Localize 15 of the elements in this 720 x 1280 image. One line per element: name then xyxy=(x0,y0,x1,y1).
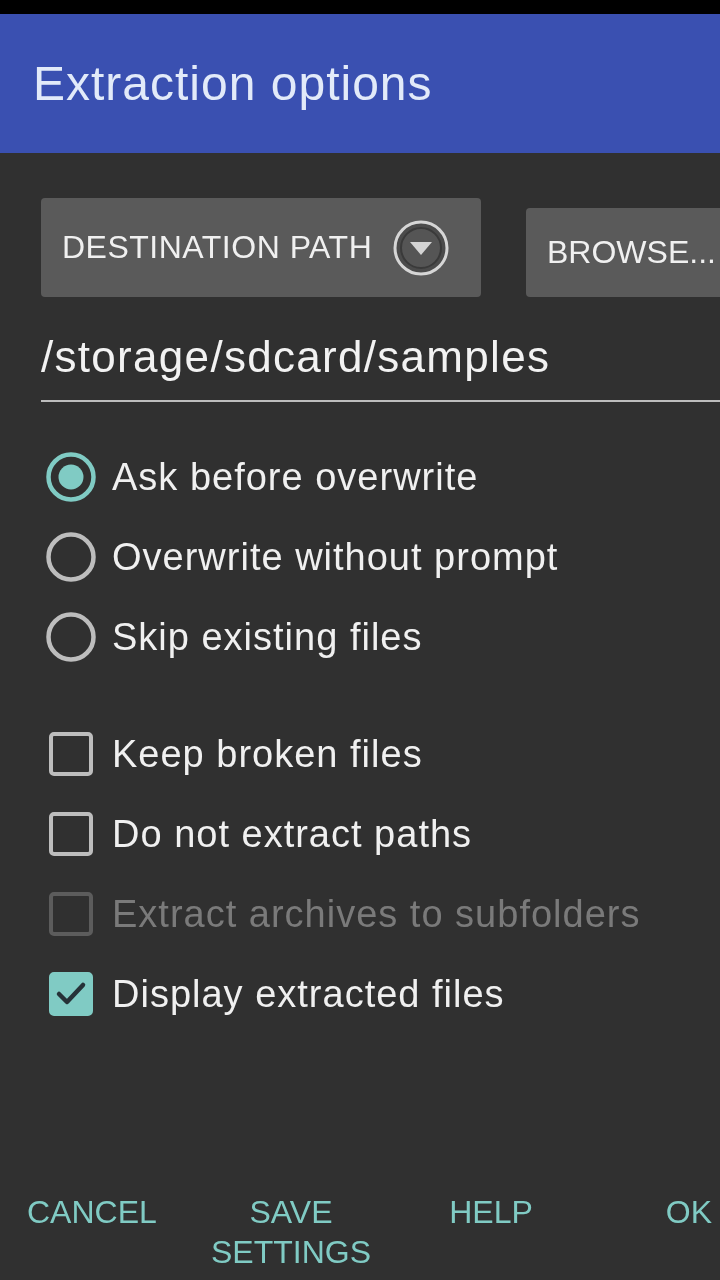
checkbox-option[interactable]: Do not extract paths xyxy=(41,794,473,874)
dialog-button[interactable]: OK xyxy=(657,1188,720,1236)
dialog-title: Extraction options xyxy=(33,55,433,112)
radio-option[interactable]: Overwrite without prompt xyxy=(41,517,559,597)
dialog-button[interactable]: HELP xyxy=(441,1188,541,1236)
destination-dropdown[interactable]: DESTINATION PATH xyxy=(41,198,481,297)
radio-option[interactable]: Ask before overwrite xyxy=(41,437,479,517)
path-field[interactable]: /storage/sdcard/samples xyxy=(41,309,720,402)
browse-button[interactable]: BROWSE... xyxy=(526,208,720,297)
dropdown-caret-icon xyxy=(393,219,449,276)
dialog-button[interactable]: SAVE SETTINGS xyxy=(196,1188,386,1276)
checkbox-option[interactable]: Display extracted files xyxy=(41,954,505,1034)
checkbox-option[interactable]: Keep broken files xyxy=(41,714,423,794)
radio-option[interactable]: Skip existing files xyxy=(41,597,423,677)
dialog-button[interactable]: CANCEL xyxy=(19,1188,165,1236)
